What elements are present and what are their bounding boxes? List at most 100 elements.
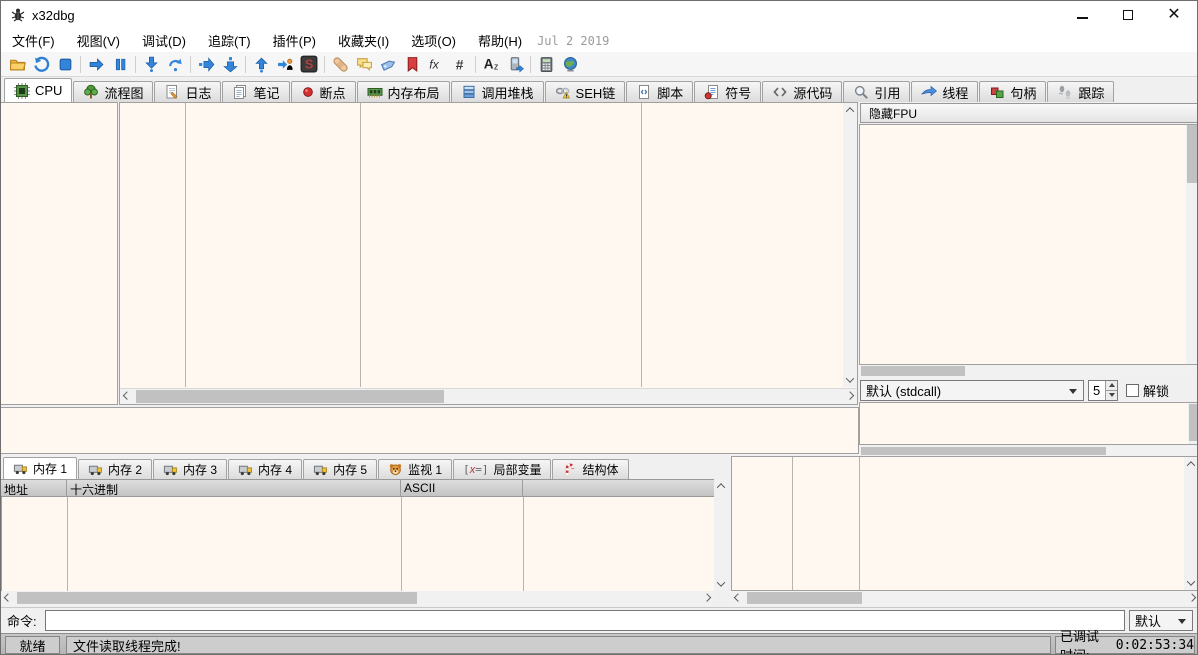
tab-seh[interactable]: SEH链 (545, 81, 626, 102)
run-to-user-code-button[interactable] (273, 53, 297, 75)
functions-button[interactable]: fx (424, 53, 448, 75)
disasm-horizontal-scrollbar[interactable] (120, 388, 857, 404)
column-header-ascii[interactable]: ASCII (401, 480, 523, 496)
column-header-hex[interactable]: 十六进制 (67, 480, 401, 496)
animate-into-button[interactable] (194, 53, 218, 75)
column-header-address[interactable]: 地址 (1, 480, 67, 496)
tab-dump-2[interactable]: 内存 2 (78, 459, 152, 479)
labels-button[interactable] (376, 53, 400, 75)
tab-source[interactable]: 源代码 (762, 81, 842, 102)
stack-vertical-scrollbar[interactable] (1184, 457, 1198, 590)
tab-handles[interactable]: 句柄 (979, 81, 1046, 102)
tab-references[interactable]: 引用 (843, 81, 910, 102)
open-file-button[interactable] (5, 53, 29, 75)
step-into-button[interactable] (139, 53, 163, 75)
tab-notes[interactable]: 笔记 (222, 81, 289, 102)
scroll-thumb[interactable] (861, 447, 1106, 455)
scroll-track[interactable] (843, 117, 857, 373)
scroll-down-button[interactable] (843, 373, 857, 387)
scroll-right-button[interactable] (700, 591, 714, 606)
stack-body[interactable] (731, 456, 1198, 591)
scroll-right-button[interactable] (1185, 591, 1198, 606)
restart-button[interactable] (29, 53, 53, 75)
scroll-left-button[interactable] (120, 389, 134, 404)
strings-button[interactable]: Az (479, 53, 503, 75)
spin-down-button[interactable] (1106, 390, 1117, 400)
column-header-extra[interactable] (523, 480, 714, 496)
pause-button[interactable] (108, 53, 132, 75)
maximize-button[interactable] (1105, 1, 1151, 29)
patches-button[interactable] (328, 53, 352, 75)
tab-dump-4[interactable]: 内存 4 (228, 459, 302, 479)
tab-log[interactable]: 日志 (154, 81, 221, 102)
scroll-up-button[interactable] (714, 479, 728, 493)
scroll-track[interactable] (714, 493, 728, 577)
tab-locals[interactable]: [x=]局部变量 (453, 459, 551, 479)
dump-horizontal-scrollbar[interactable] (1, 591, 714, 606)
command-profile-dropdown[interactable]: 默认 (1129, 610, 1193, 631)
hide-fpu-button[interactable]: 隐藏FPU (860, 103, 1198, 123)
stack-horizontal-scrollbar[interactable] (731, 591, 1198, 606)
info-box[interactable] (1, 407, 859, 454)
scroll-up-button[interactable] (1184, 457, 1198, 471)
tab-memory-map[interactable]: 内存布局 (357, 81, 450, 102)
scroll-thumb[interactable] (1189, 404, 1197, 441)
scroll-left-button[interactable] (1, 591, 15, 606)
calling-convention-dropdown[interactable]: 默认 (stdcall) (860, 380, 1084, 401)
unlock-checkbox[interactable] (1126, 384, 1139, 397)
spin-up-button[interactable] (1106, 381, 1117, 390)
scylla-button[interactable]: S (297, 53, 321, 75)
scroll-down-button[interactable] (714, 577, 728, 591)
bookmarks-button[interactable] (400, 53, 424, 75)
scroll-thumb[interactable] (1187, 125, 1197, 183)
menu-options[interactable]: 选项(O) (400, 29, 467, 52)
tab-dump-1[interactable]: 内存 1 (3, 457, 77, 479)
tab-trace[interactable]: 跟踪 (1047, 81, 1114, 102)
tab-watch-1[interactable]: 监视 1 (378, 459, 452, 479)
scroll-thumb[interactable] (17, 592, 417, 604)
command-input[interactable] (45, 610, 1125, 631)
disassembly-pane[interactable] (119, 102, 858, 405)
dump-body[interactable] (1, 497, 714, 591)
menu-trace[interactable]: 追踪(T) (197, 29, 262, 52)
tab-cpu[interactable]: CPU (4, 78, 72, 102)
tab-struct[interactable]: 结构体 (552, 459, 628, 479)
scroll-thumb[interactable] (861, 366, 965, 376)
tab-graph[interactable]: 流程图 (73, 81, 153, 102)
step-over-button[interactable] (163, 53, 187, 75)
tab-dump-3[interactable]: 内存 3 (153, 459, 227, 479)
arg-count-spinner[interactable]: 5 (1088, 380, 1118, 401)
close-debuggee-button[interactable] (53, 53, 77, 75)
tab-dump-5[interactable]: 内存 5 (303, 459, 377, 479)
tab-script[interactable]: 脚本 (626, 81, 693, 102)
scroll-track[interactable] (745, 591, 1185, 606)
cpu-sidebar-pane[interactable] (1, 102, 118, 405)
registers-view[interactable] (859, 124, 1198, 365)
dump-vertical-scrollbar[interactable] (714, 479, 728, 591)
tab-breakpoints[interactable]: 断点 (291, 81, 356, 102)
tab-threads[interactable]: 线程 (911, 81, 978, 102)
scroll-right-button[interactable] (843, 389, 857, 404)
calculator-button[interactable] (534, 53, 558, 75)
scroll-track[interactable] (134, 389, 843, 404)
menu-help[interactable]: 帮助(H) (467, 29, 533, 52)
globe-button[interactable] (558, 53, 582, 75)
scroll-track[interactable] (1186, 125, 1198, 364)
run-button[interactable] (84, 53, 108, 75)
disasm-vertical-scrollbar[interactable] (843, 103, 857, 387)
comments-button[interactable] (352, 53, 376, 75)
tab-symbols[interactable]: 符号 (694, 81, 761, 102)
tab-call-stack[interactable]: 调用堆栈 (451, 81, 544, 102)
minimize-button[interactable] (1059, 1, 1105, 29)
scroll-thumb[interactable] (747, 592, 862, 604)
menu-debug[interactable]: 调试(D) (131, 29, 197, 52)
scroll-track[interactable] (1188, 403, 1198, 444)
scroll-down-button[interactable] (1184, 576, 1198, 590)
scroll-track[interactable] (859, 365, 1198, 378)
registers-vertical-scrollbar[interactable] (1186, 125, 1198, 364)
registers-horizontal-scrollbar[interactable] (859, 365, 1198, 378)
menu-plugins[interactable]: 插件(P) (262, 29, 327, 52)
menu-favourites[interactable]: 收藏夹(I) (327, 29, 400, 52)
scroll-thumb[interactable] (136, 390, 444, 403)
close-button[interactable]: ✕ (1151, 1, 1197, 29)
